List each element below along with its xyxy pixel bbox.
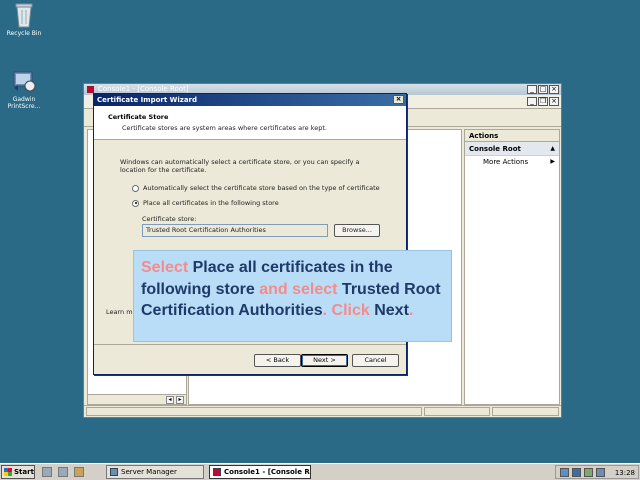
radio-place-in-store[interactable]: Place all certificates in the following …: [132, 199, 279, 207]
mmc-icon: [213, 468, 221, 476]
scroll-right-icon[interactable]: ▸: [176, 396, 184, 404]
status-cell: [424, 407, 490, 416]
start-label: Start: [14, 468, 34, 476]
status-cell: [86, 407, 422, 416]
status-cell: [492, 407, 559, 416]
server-manager-icon: [110, 468, 118, 476]
callout-and-select: and select: [259, 280, 338, 298]
callout-period: .: [408, 302, 414, 319]
actions-section-label: Console Root: [469, 145, 521, 153]
callout-select: Select: [141, 259, 189, 276]
actions-pane: Actions Console Root ▲ More Actions ▶: [464, 129, 560, 405]
wizard-intro-text: Windows can automatically select a certi…: [120, 158, 360, 174]
wizard-heading: Certificate Store: [108, 113, 169, 121]
child-restore-button[interactable]: ❐: [538, 97, 548, 106]
system-tray: 13:28: [555, 465, 639, 479]
back-button[interactable]: < Back: [254, 354, 301, 367]
browse-button[interactable]: Browse...: [334, 224, 380, 237]
tray-volume-icon[interactable]: [596, 468, 605, 477]
tutorial-instruction-callout: Select Place all certificates in the fol…: [133, 250, 452, 342]
console-maximize-button[interactable]: □: [538, 85, 548, 94]
taskbar-item-label: Server Manager: [121, 468, 177, 476]
tree-horizontal-scrollbar[interactable]: ◂ ▸: [88, 394, 186, 404]
radio-auto-indicator[interactable]: [132, 184, 139, 192]
quicklaunch-explorer-icon[interactable]: [74, 467, 84, 477]
radio-auto-label: Automatically select the certificate sto…: [143, 184, 380, 192]
learn-more-link[interactable]: Learn mo: [106, 308, 137, 316]
wizard-close-button[interactable]: ×: [393, 95, 404, 104]
taskbar-item-label: Console1 - [Console R...: [224, 468, 311, 476]
radio-place-indicator[interactable]: [132, 199, 139, 207]
taskbar: Start Server Manager Console1 - [Console…: [0, 463, 640, 480]
quicklaunch-server-manager-icon[interactable]: [42, 467, 52, 477]
recycle-bin-label: Recycle Bin: [6, 30, 42, 37]
wizard-subheading: Certificate stores are system areas wher…: [122, 124, 327, 132]
recycle-bin-icon: [15, 3, 33, 28]
taskbar-item-console1[interactable]: Console1 - [Console R...: [209, 465, 311, 479]
taskbar-item-server-manager[interactable]: Server Manager: [106, 465, 204, 479]
start-button[interactable]: Start: [1, 465, 35, 479]
radio-place-label: Place all certificates in the following …: [143, 199, 279, 207]
tray-monitor-icon[interactable]: [572, 468, 581, 477]
mmc-icon: [87, 86, 94, 93]
radio-auto-select-store[interactable]: Automatically select the certificate sto…: [132, 184, 380, 192]
collapse-up-icon[interactable]: ▲: [550, 142, 555, 156]
actions-header: Actions: [465, 130, 559, 142]
gadwin-label-line2: PrintScre...: [7, 103, 41, 110]
certificate-store-field: Trusted Root Certification Authorities: [142, 224, 328, 237]
tray-network-icon[interactable]: [560, 468, 569, 477]
windows-logo-icon: [4, 468, 12, 476]
more-actions-label: More Actions: [483, 158, 529, 166]
wizard-button-separator: [94, 344, 406, 345]
wizard-header: Certificate Store Certificate stores are…: [94, 106, 406, 140]
tray-security-icon[interactable]: [584, 468, 593, 477]
wizard-title-bar[interactable]: Certificate Import Wizard ×: [94, 94, 406, 106]
callout-click: . Click: [322, 302, 370, 319]
taskbar-clock[interactable]: 13:28: [615, 467, 635, 479]
scroll-left-icon[interactable]: ◂: [166, 396, 174, 404]
recycle-bin-desktop-icon[interactable]: Recycle Bin: [0, 2, 48, 37]
quicklaunch-powershell-icon[interactable]: [58, 467, 68, 477]
submenu-arrow-icon: ▶: [550, 158, 555, 165]
gadwin-printscreen-icon: [13, 71, 36, 92]
console-close-button[interactable]: ×: [549, 85, 559, 94]
gadwin-label-line1: Gadwin: [12, 96, 36, 103]
next-button[interactable]: Next >: [301, 354, 348, 367]
console-minimize-button[interactable]: _: [527, 85, 537, 94]
gadwin-printscreen-desktop-icon[interactable]: Gadwin PrintScre...: [0, 68, 48, 110]
child-minimize-button[interactable]: _: [527, 97, 537, 106]
wizard-title: Certificate Import Wizard: [97, 96, 198, 104]
callout-next-text: Next: [369, 302, 409, 319]
console-status-bar: [84, 405, 561, 417]
cancel-button[interactable]: Cancel: [352, 354, 399, 367]
console-title: Console1 - [Console Root]: [98, 85, 189, 93]
actions-item-more-actions[interactable]: More Actions ▶: [465, 156, 559, 168]
certificate-store-label: Certificate store:: [142, 215, 197, 223]
actions-section-console-root[interactable]: Console Root ▲: [465, 142, 559, 156]
child-close-button[interactable]: ×: [549, 97, 559, 106]
